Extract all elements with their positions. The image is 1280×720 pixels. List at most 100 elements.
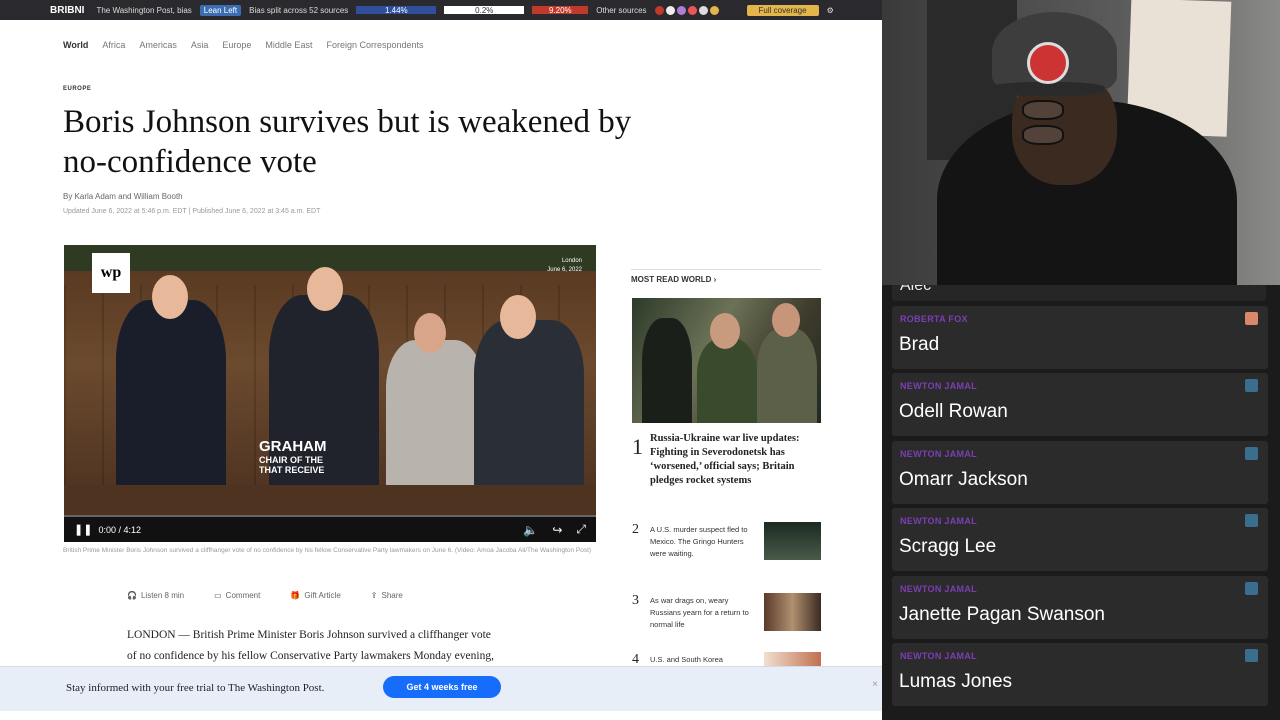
- bias-left-bar: 1.44%: [356, 6, 437, 15]
- name-card: NEWTON JAMAL Janette Pagan Swanson: [892, 576, 1268, 639]
- video-lower-third: GRAHAM CHAIR OF THE THAT RECEIVE: [259, 438, 327, 475]
- settings-icon[interactable]: ⚙: [827, 6, 834, 15]
- most-read-thumbnail: [764, 593, 821, 631]
- listen-label: Listen 8 min: [140, 591, 185, 600]
- share-button[interactable]: ⇪ Share: [371, 591, 403, 600]
- share-label: Share: [381, 591, 403, 600]
- fullscreen-icon[interactable]: ⤢: [576, 522, 586, 537]
- name-card-role: NEWTON JAMAL: [900, 651, 977, 661]
- gift-article-button[interactable]: 🎁 Gift Article: [290, 591, 340, 600]
- lower-third-title-2: THAT RECEIVE: [259, 465, 325, 475]
- video-time: 0:00 / 4:12: [98, 524, 141, 535]
- subscription-banner: Stay informed with your free trial to Th…: [0, 666, 882, 711]
- full-coverage-button[interactable]: Full coverage: [746, 4, 819, 16]
- most-read-title: U.S. and South Korea: [650, 655, 723, 664]
- name-card-role: NEWTON JAMAL: [900, 449, 977, 459]
- most-read-title: As war drags on, weary Russians yearn fo…: [650, 596, 749, 629]
- badge-icon: [1245, 649, 1258, 662]
- source-icon[interactable]: [687, 5, 697, 15]
- nav-item-middle-east[interactable]: Middle East: [265, 40, 312, 50]
- tab-title[interactable]: The Washington Post, bias: [96, 6, 191, 15]
- lower-third-name: GRAHAM: [259, 438, 327, 455]
- most-read-item[interactable]: 2 A U.S. murder suspect fled to Mexico. …: [632, 522, 822, 582]
- video-caption: British Prime Minister Boris Johnson sur…: [63, 547, 592, 554]
- previous-name-card: Alec: [892, 285, 1266, 301]
- listen-button[interactable]: 🎧 Listen 8 min: [127, 591, 184, 600]
- share-arrow-icon[interactable]: ↪: [552, 523, 562, 537]
- comment-button[interactable]: ▭ Comment: [214, 591, 260, 600]
- video-person: [386, 340, 484, 500]
- nav-item-foreign-correspondents[interactable]: Foreign Correspondents: [326, 40, 423, 50]
- article-headline: Boris Johnson survives but is weakened b…: [63, 104, 632, 180]
- bias-right-bar: 9.20%: [532, 6, 589, 15]
- source-icon[interactable]: [709, 5, 719, 15]
- section-kicker[interactable]: EUROPE: [63, 86, 91, 92]
- name-card-name: Lumas Jones: [899, 671, 1013, 692]
- name-list-panel: Alec ROBERTA FOX Brad NEWTON JAMAL Odell…: [882, 285, 1280, 720]
- bias-center-bar: 0.2%: [444, 6, 525, 15]
- video-controls: ❚❚ 0:00 / 4:12 🔈 ↪ ⤢: [64, 517, 596, 542]
- comment-label: Comment: [225, 591, 261, 600]
- article-paragraph-line: LONDON — British Prime Minister Boris Jo…: [127, 629, 491, 641]
- source-icon[interactable]: [676, 5, 686, 15]
- bias-pill[interactable]: Lean Left: [199, 4, 242, 16]
- close-icon[interactable]: ×: [872, 679, 878, 690]
- name-card-role: ROBERTA FOX: [900, 314, 968, 324]
- subscription-banner-text: Stay informed with your free trial to Th…: [66, 682, 325, 694]
- cap-badge: [1027, 42, 1069, 84]
- name-card-role: NEWTON JAMAL: [900, 516, 977, 526]
- video-player[interactable]: wp London June 6, 2022 GRAHAM CHAIR OF T…: [64, 245, 596, 542]
- article-tools: 🎧 Listen 8 min ▭ Comment 🎁 Gift Article ⇪ Sh…: [127, 591, 403, 600]
- volume-icon[interactable]: 🔈: [523, 523, 538, 537]
- badge-icon: [1245, 514, 1258, 527]
- most-read-item[interactable]: 3 As war drags on, weary Russians yearn …: [632, 593, 822, 653]
- name-card: NEWTON JAMAL Lumas Jones: [892, 643, 1268, 706]
- most-read-lead-title[interactable]: Russia-Ukraine war live updates: Fightin…: [650, 432, 815, 488]
- section-nav: World Africa Americas Asia Europe Middle…: [63, 40, 424, 50]
- name-card-name: Omarr Jackson: [899, 469, 1028, 490]
- nav-item-asia[interactable]: Asia: [191, 40, 209, 50]
- name-card-role: NEWTON JAMAL: [900, 381, 977, 391]
- video-location-city: London: [561, 258, 582, 264]
- badge-icon: [1245, 379, 1258, 392]
- name-card: NEWTON JAMAL Odell Rowan: [892, 373, 1268, 436]
- badge-icon: [1245, 582, 1258, 595]
- name-card: NEWTON JAMAL Scragg Lee: [892, 508, 1268, 571]
- nav-item-americas[interactable]: Americas: [139, 40, 177, 50]
- article-body: LONDON — British Prime Minister Boris Jo…: [127, 625, 547, 667]
- source-icons[interactable]: [654, 5, 719, 15]
- video-location: London June 6, 2022: [547, 257, 582, 275]
- most-read-thumbnail: [764, 522, 821, 560]
- most-read-rank: 3: [632, 593, 639, 608]
- free-trial-button[interactable]: Get 4 weeks free: [383, 676, 501, 698]
- name-card-name: Brad: [899, 334, 940, 355]
- video-location-date: June 6, 2022: [547, 267, 582, 273]
- name-card-name: Janette Pagan Swanson: [899, 604, 1105, 625]
- other-sources-label: Other sources: [596, 5, 647, 15]
- streamer-glasses: [1022, 100, 1110, 145]
- toolbar-brand: BRIBNI: [50, 4, 85, 16]
- source-icon[interactable]: [698, 5, 708, 15]
- headphones-icon: 🎧: [127, 591, 137, 600]
- nav-item-africa[interactable]: Africa: [102, 40, 125, 50]
- nav-item-world[interactable]: World: [63, 40, 88, 50]
- lower-third-title-1: CHAIR OF THE: [259, 455, 323, 465]
- source-icon[interactable]: [654, 5, 664, 15]
- badge-icon: [1245, 312, 1258, 325]
- most-read-lead-image[interactable]: [632, 298, 821, 423]
- video-person: [116, 300, 226, 500]
- name-card-role: NEWTON JAMAL: [900, 584, 977, 594]
- nav-item-europe[interactable]: Europe: [222, 40, 251, 50]
- most-read-rank: 1: [632, 434, 643, 459]
- wp-logo: wp: [92, 253, 130, 293]
- name-card: NEWTON JAMAL Omarr Jackson: [892, 441, 1268, 504]
- name-card-name: Odell Rowan: [899, 401, 1008, 422]
- most-read-rank: 2: [632, 522, 639, 537]
- pause-icon[interactable]: ❚❚: [74, 523, 92, 536]
- source-icon[interactable]: [665, 5, 675, 15]
- byline[interactable]: By Karla Adam and William Booth: [63, 192, 183, 201]
- article-dates: Updated June 6, 2022 at 5:46 p.m. EDT | …: [63, 208, 321, 215]
- most-read-heading[interactable]: MOST READ WORLD ›: [631, 269, 821, 284]
- comment-icon: ▭: [214, 591, 222, 600]
- share-icon: ⇪: [370, 591, 378, 600]
